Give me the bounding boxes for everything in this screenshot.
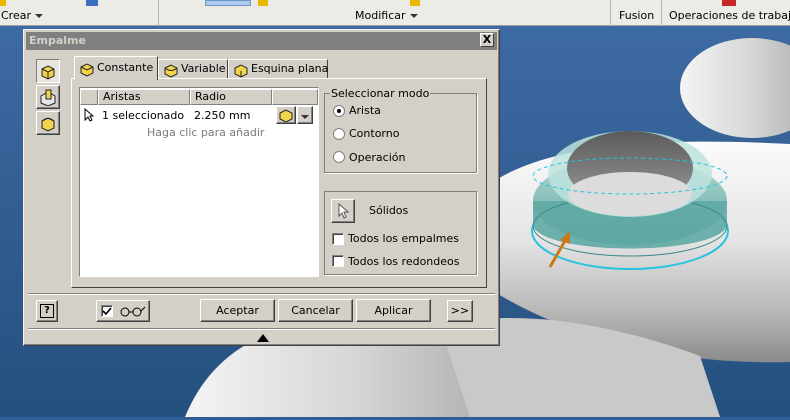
grid-corner-header — [80, 89, 98, 105]
edge-fillet-button[interactable] — [36, 59, 60, 83]
grid-header-radio-label: Radio — [195, 90, 226, 103]
chevron-down-icon — [35, 14, 43, 18]
fillet-dialog: Empalme X Constante Variable Esquina pla… — [23, 29, 500, 346]
ribbon-tool-icon[interactable] — [722, 0, 736, 6]
radio-arista-label[interactable]: Arista — [349, 104, 381, 117]
grid-header-radio: Radio — [190, 89, 272, 105]
panel-operaciones-trabajo[interactable]: Operaciones de trabajo — [669, 8, 790, 24]
checkbox-todos-empalmes-label[interactable]: Todos los empalmes — [348, 232, 459, 245]
ok-button-label: Aceptar — [216, 304, 259, 317]
ribbon-tool-icon[interactable] — [258, 0, 268, 6]
edges-grid[interactable]: Aristas Radio 1 seleccionado 2.250 mm Ha… — [80, 88, 318, 276]
more-options-label: >> — [450, 304, 470, 317]
solids-label: Sólidos — [369, 204, 409, 217]
ribbon: Crear Modificar Fusion Operaciones de tr… — [0, 0, 790, 26]
tab-esquina-plana[interactable]: Esquina plana — [228, 59, 328, 79]
glasses-icon — [120, 306, 146, 317]
select-mode-legend: Seleccionar modo — [331, 87, 430, 100]
constant-fillet-icon — [279, 109, 293, 123]
preview-toggle[interactable] — [96, 300, 150, 322]
more-options-button[interactable]: >> — [447, 300, 473, 322]
cancel-button[interactable]: Cancelar — [278, 299, 353, 322]
ribbon-tool-icon[interactable] — [86, 0, 98, 6]
expand-triangle-icon[interactable] — [257, 334, 269, 342]
panel-crear-label: Crear — [1, 9, 31, 22]
ok-button[interactable]: Aceptar — [200, 299, 275, 322]
dialog-title-bar[interactable]: Empalme X — [26, 32, 497, 50]
radio-arista[interactable] — [333, 105, 345, 117]
grid-add-hint[interactable]: Haga clic para añadir — [147, 126, 264, 139]
face-fillet-button[interactable] — [36, 85, 60, 109]
apply-button-label: Aplicar — [374, 304, 413, 317]
tab-constante-label: Constante — [97, 61, 154, 74]
close-button[interactable]: X — [480, 33, 494, 47]
full-round-fillet-button[interactable] — [36, 111, 60, 135]
panel-crear[interactable]: Crear — [1, 8, 43, 24]
panel-modificar[interactable]: Modificar — [355, 8, 418, 24]
ribbon-tool-row — [0, 0, 790, 7]
table-row[interactable]: 1 seleccionado 2.250 mm — [80, 106, 318, 124]
close-icon: X — [482, 33, 492, 46]
edge-fillet-icon — [41, 65, 55, 80]
panel-separator — [610, 0, 611, 26]
radio-operacion-label[interactable]: Operación — [349, 151, 405, 164]
row-edges-value[interactable]: 1 seleccionado — [102, 109, 184, 122]
setback-corner-icon — [234, 64, 248, 78]
checkbox-todos-empalmes[interactable] — [332, 233, 344, 245]
tab-esquina-plana-label: Esquina plana — [251, 62, 329, 75]
select-arrow-icon — [338, 202, 350, 219]
tab-constante[interactable]: Constante — [74, 56, 158, 80]
tab-variable-label: Variable — [181, 62, 226, 75]
expander-separator — [28, 328, 495, 330]
full-round-fillet-icon — [41, 117, 55, 132]
radio-contorno[interactable] — [333, 128, 345, 140]
chevron-down-icon — [301, 115, 309, 119]
help-button[interactable]: ? — [36, 300, 58, 322]
radio-contorno-label[interactable]: Contorno — [349, 127, 399, 140]
ribbon-tool-icon[interactable] — [0, 0, 6, 6]
apply-button[interactable]: Aplicar — [356, 299, 431, 322]
bottom-separator — [28, 293, 495, 295]
row-dropdown-button[interactable] — [297, 106, 313, 124]
panel-separator — [158, 0, 159, 26]
checkbox-todos-redondeos-label[interactable]: Todos los redondeos — [348, 255, 459, 268]
panel-modificar-label: Modificar — [355, 9, 406, 22]
radio-operacion[interactable] — [333, 151, 345, 163]
panel-separator — [661, 0, 662, 26]
constant-fillet-icon — [80, 63, 94, 77]
grid-header-aristas-label: Aristas — [103, 90, 141, 103]
pointer-cursor-icon — [84, 108, 94, 122]
cancel-button-label: Cancelar — [291, 304, 340, 317]
checkbox-todos-redondeos[interactable] — [332, 255, 344, 267]
grid-header-aristas: Aristas — [98, 89, 190, 105]
solids-select-button[interactable] — [331, 199, 355, 223]
chevron-down-icon — [409, 14, 418, 18]
panel-fusion[interactable]: Fusion — [619, 8, 654, 24]
row-radius-value[interactable]: 2.250 mm — [194, 109, 250, 122]
ribbon-tool-icon[interactable] — [205, 0, 251, 6]
row-fillet-type-button[interactable] — [276, 106, 296, 124]
preview-checkbox[interactable] — [101, 305, 113, 317]
help-icon: ? — [40, 304, 54, 318]
variable-fillet-icon — [164, 64, 178, 78]
panel-operaciones-label: Operaciones de trabajo — [669, 9, 790, 22]
dialog-title: Empalme — [29, 34, 86, 47]
panel-fusion-label: Fusion — [619, 9, 655, 22]
tab-variable[interactable]: Variable — [158, 59, 228, 79]
ribbon-tool-icon[interactable] — [410, 0, 420, 6]
face-fillet-icon — [40, 89, 56, 107]
check-mark-icon — [102, 307, 112, 316]
grid-header-extra — [272, 89, 318, 105]
